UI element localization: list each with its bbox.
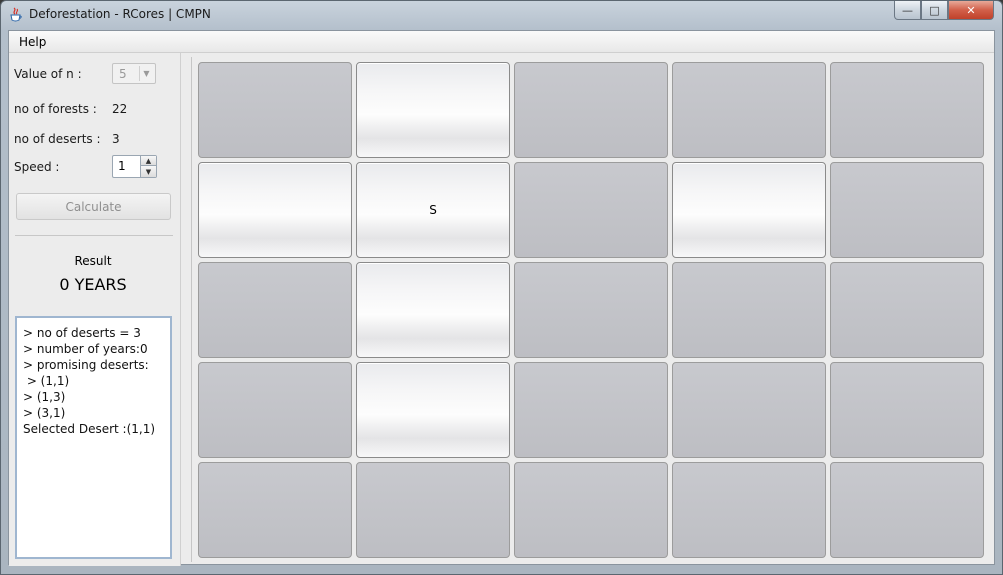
n-select[interactable]: 5 ▼: [112, 63, 156, 84]
grid-cell-2-3[interactable]: [672, 262, 826, 358]
forests-value: 22: [112, 102, 128, 116]
result-label: Result: [74, 254, 112, 268]
grid-cell-0-4[interactable]: [830, 62, 984, 158]
control-panel: Value of n : 5 ▼ no of forests : 22 no o…: [9, 53, 181, 566]
grid-cell-3-1[interactable]: [356, 362, 510, 458]
deserts-label: no of deserts :: [14, 132, 101, 146]
client-area: Help Value of n : 5 ▼ no of forests : 22…: [8, 30, 995, 566]
minimize-button[interactable]: —: [894, 1, 921, 20]
title-bar[interactable]: Deforestation - RCores | CMPN — □ ✕: [1, 1, 1002, 29]
grid-cell-2-2[interactable]: [514, 262, 668, 358]
speed-label: Speed :: [14, 160, 60, 174]
grid-cell-3-2[interactable]: [514, 362, 668, 458]
log-line: Selected Desert :(1,1): [23, 422, 156, 436]
close-icon: ✕: [966, 3, 976, 17]
grid-cell-0-3[interactable]: [672, 62, 826, 158]
grid-cell-1-1[interactable]: S: [356, 162, 510, 258]
window-title: Deforestation - RCores | CMPN: [29, 7, 211, 21]
n-select-value: 5: [119, 67, 127, 81]
log-line: > (1,1): [23, 374, 70, 388]
deserts-value: 3: [112, 132, 120, 146]
grid-cell-1-2[interactable]: [514, 162, 668, 258]
speed-value[interactable]: 1: [118, 159, 126, 173]
grid-cell-2-4[interactable]: [830, 262, 984, 358]
forest-grid: S: [191, 57, 990, 562]
log-line: > no of deserts = 3: [23, 326, 141, 340]
minimize-icon: —: [902, 3, 913, 17]
spinner-down-icon[interactable]: ▼: [140, 166, 156, 177]
caption-buttons: — □ ✕: [894, 1, 994, 20]
log-line: > (3,1): [23, 406, 66, 420]
grid-cell-0-2[interactable]: [514, 62, 668, 158]
menu-bar: Help: [9, 31, 994, 53]
grid-cell-3-0[interactable]: [198, 362, 352, 458]
calculate-button[interactable]: Calculate: [16, 193, 171, 220]
java-app-icon: [10, 7, 22, 22]
grid-cell-4-3[interactable]: [672, 462, 826, 558]
grid-cell-2-1[interactable]: [356, 262, 510, 358]
grid-cell-0-0[interactable]: [198, 62, 352, 158]
log-line: > (1,3): [23, 390, 66, 404]
grid-cell-1-0[interactable]: [198, 162, 352, 258]
grid-cell-4-0[interactable]: [198, 462, 352, 558]
menu-help[interactable]: Help: [19, 35, 46, 49]
log-line: > promising deserts:: [23, 358, 149, 372]
grid-cell-3-3[interactable]: [672, 362, 826, 458]
n-label: Value of n :: [14, 67, 82, 81]
log-area[interactable]: > no of deserts = 3 > number of years:0 > …: [15, 316, 172, 559]
chevron-down-icon[interactable]: ▼: [139, 66, 153, 81]
spinner-up-icon[interactable]: ▲: [140, 156, 156, 166]
grid-cell-3-4[interactable]: [830, 362, 984, 458]
forests-label: no of forests :: [14, 102, 97, 116]
grid-cell-1-4[interactable]: [830, 162, 984, 258]
app-window: Deforestation - RCores | CMPN — □ ✕ Help…: [0, 0, 1003, 575]
grid-cell-4-2[interactable]: [514, 462, 668, 558]
log-line: > number of years:0: [23, 342, 148, 356]
grid-cell-4-4[interactable]: [830, 462, 984, 558]
result-years: 0 YEARS: [59, 275, 127, 294]
close-button[interactable]: ✕: [948, 1, 994, 20]
separator: [15, 235, 173, 236]
grid-cell-4-1[interactable]: [356, 462, 510, 558]
speed-spinner[interactable]: 1 ▲ ▼: [112, 155, 157, 178]
maximize-button[interactable]: □: [921, 1, 948, 20]
maximize-icon: □: [929, 3, 940, 17]
grid-cell-0-1[interactable]: [356, 62, 510, 158]
grid-cell-2-0[interactable]: [198, 262, 352, 358]
grid-cell-1-3[interactable]: [672, 162, 826, 258]
